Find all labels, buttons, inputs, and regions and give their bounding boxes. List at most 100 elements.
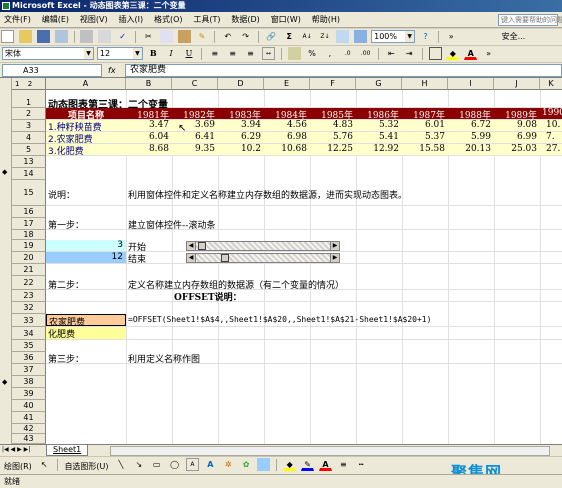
row-header[interactable]: 14 bbox=[12, 168, 46, 180]
help-icon[interactable]: ? bbox=[419, 30, 432, 43]
font-color-icon-2[interactable]: A bbox=[318, 458, 332, 471]
start-value-cell[interactable]: 3 bbox=[46, 240, 126, 251]
row-header[interactable]: 36 bbox=[12, 352, 46, 364]
picture-icon[interactable] bbox=[257, 458, 271, 471]
row-header[interactable]: 38 bbox=[12, 376, 46, 388]
horizontal-scrollbar[interactable] bbox=[110, 446, 550, 456]
toolbar-options-icon[interactable]: » bbox=[445, 30, 458, 43]
permission-icon[interactable] bbox=[54, 30, 68, 43]
row-header[interactable]: 34 bbox=[12, 327, 46, 340]
security-button[interactable]: 安全... bbox=[502, 31, 526, 42]
line-style-icon[interactable]: ≡ bbox=[337, 458, 350, 471]
header-cell-year[interactable]: 1982年 bbox=[172, 108, 218, 121]
column-header-c[interactable]: C bbox=[172, 78, 218, 90]
start-label[interactable]: 开始 bbox=[128, 240, 146, 253]
row-header[interactable]: 17 bbox=[12, 218, 46, 230]
open-icon[interactable] bbox=[18, 30, 32, 43]
font-color-icon[interactable]: A bbox=[464, 47, 478, 60]
value-cell[interactable]: 10.2 bbox=[218, 144, 264, 155]
value-cell[interactable]: 25.03 bbox=[494, 144, 540, 155]
header-cell-year[interactable]: 1983年 bbox=[218, 108, 264, 121]
end-scrollbar[interactable]: ◀ ▶ bbox=[186, 253, 340, 263]
menu-data[interactable]: 数据(D) bbox=[227, 12, 263, 27]
currency-icon[interactable] bbox=[287, 47, 301, 60]
value-cell[interactable]: 5.37 bbox=[402, 132, 448, 143]
sort-desc-icon[interactable]: Z↓ bbox=[319, 30, 332, 43]
row-header[interactable]: 35 bbox=[12, 340, 46, 352]
draw-menu-button[interactable]: 绘图(R) bbox=[4, 461, 32, 472]
scroll-left-icon[interactable]: ◀ bbox=[186, 253, 196, 263]
oval-icon[interactable]: ◯ bbox=[168, 458, 181, 471]
autoshapes-menu-button[interactable]: 自选图形(U) bbox=[64, 461, 108, 472]
select-objects-icon[interactable]: ↖ bbox=[38, 458, 51, 471]
value-cell[interactable]: 5.76 bbox=[310, 132, 356, 143]
step-label[interactable]: 说明： bbox=[48, 188, 75, 213]
rectangle-icon[interactable]: ▭ bbox=[150, 458, 163, 471]
merge-center-icon[interactable]: ↔ bbox=[261, 47, 275, 60]
value-cell[interactable]: 10.68 bbox=[264, 144, 310, 155]
header-cell-year[interactable]: 1981年 bbox=[126, 108, 172, 121]
dash-style-icon[interactable]: ┅ bbox=[355, 458, 368, 471]
scroll-right-icon[interactable]: ▶ bbox=[330, 241, 340, 251]
value-cell[interactable]: 9.08 bbox=[494, 120, 540, 131]
end-label[interactable]: 结束 bbox=[128, 252, 146, 265]
font-size-select[interactable]: 12 ▼ bbox=[96, 47, 143, 60]
drawing-icon[interactable] bbox=[354, 30, 368, 43]
value-cell[interactable]: 3.94 bbox=[218, 120, 264, 131]
value-cell[interactable]: 7. bbox=[546, 132, 562, 143]
spelling-icon[interactable]: ✓ bbox=[116, 30, 129, 43]
value-cell[interactable]: 9.35 bbox=[172, 144, 218, 155]
hyperlink-icon[interactable]: 🔗 bbox=[265, 30, 278, 43]
bold-button[interactable]: B bbox=[147, 47, 160, 60]
row-header[interactable]: 21 bbox=[12, 264, 46, 276]
scroll-thumb[interactable] bbox=[221, 254, 229, 262]
row-header[interactable]: 41 bbox=[12, 412, 46, 424]
selected-cell-a33[interactable]: 农家肥费 bbox=[46, 314, 126, 328]
value-cell[interactable]: 4.56 bbox=[264, 120, 310, 131]
menu-edit[interactable]: 编辑(E) bbox=[38, 12, 73, 27]
undo-icon[interactable]: ↶ bbox=[221, 30, 234, 43]
column-header-i[interactable]: I bbox=[448, 78, 494, 90]
value-cell[interactable]: 20.13 bbox=[448, 144, 494, 155]
row-header[interactable]: 43 bbox=[12, 434, 46, 444]
description-text[interactable]: 利用定义名称作图 bbox=[128, 352, 200, 365]
end-value-cell[interactable]: 12 bbox=[46, 252, 126, 263]
fill-color-icon[interactable]: ◆ bbox=[446, 47, 460, 60]
header-cell-year[interactable]: 1986年 bbox=[356, 108, 402, 121]
scroll-left-icon[interactable]: ◀ bbox=[186, 241, 196, 251]
align-center-icon[interactable]: ≡ bbox=[226, 47, 239, 60]
chart-wizard-icon[interactable] bbox=[336, 30, 350, 43]
menu-insert[interactable]: 插入(I) bbox=[114, 12, 147, 27]
row-header[interactable]: 15 bbox=[12, 180, 46, 206]
chemical-fertilizer-cell[interactable]: 化肥费 bbox=[46, 327, 126, 340]
comma-icon[interactable]: , bbox=[323, 47, 336, 60]
offset-note[interactable]: OFFSET说明： bbox=[174, 290, 242, 303]
clipart-icon[interactable]: ✿ bbox=[240, 458, 253, 471]
increase-indent-icon[interactable]: ⇥ bbox=[403, 47, 416, 60]
row-header[interactable]: 20 bbox=[12, 252, 46, 264]
header-cell-year[interactable]: 1985年 bbox=[310, 108, 356, 121]
line-icon[interactable]: ╲ bbox=[114, 458, 127, 471]
row-header[interactable]: 33 bbox=[12, 314, 46, 327]
paste-icon[interactable] bbox=[177, 30, 191, 43]
scroll-right-icon[interactable]: ▶ bbox=[330, 253, 340, 263]
header-cell-year[interactable]: 1987年 bbox=[402, 108, 448, 121]
menu-help[interactable]: 帮助(H) bbox=[308, 12, 344, 27]
font-name-select[interactable]: 宋体 ▼ bbox=[2, 47, 94, 60]
column-header-g[interactable]: G bbox=[356, 78, 402, 90]
value-cell[interactable]: 6.98 bbox=[264, 132, 310, 143]
column-header-e[interactable]: E bbox=[264, 78, 310, 90]
row-header[interactable]: 19 bbox=[12, 240, 46, 252]
redo-icon[interactable]: ↷ bbox=[239, 30, 252, 43]
menu-window[interactable]: 窗口(W) bbox=[267, 12, 305, 27]
row-header[interactable]: 16 bbox=[12, 206, 46, 218]
sheet-tab[interactable]: Sheet1 bbox=[46, 445, 89, 456]
value-cell[interactable]: 12.25 bbox=[310, 144, 356, 155]
row-header[interactable]: 18 bbox=[12, 230, 46, 240]
formula-input[interactable]: 农家肥费 bbox=[125, 64, 562, 77]
value-cell[interactable]: 15.58 bbox=[402, 144, 448, 155]
value-cell[interactable]: 8.68 bbox=[126, 144, 172, 155]
decrease-indent-icon[interactable]: ⇤ bbox=[385, 47, 398, 60]
offset-formula-text[interactable]: =OFFSET(Sheet1!$A$4,,Sheet1!$A$20,,Sheet… bbox=[128, 315, 431, 327]
value-cell[interactable]: 12.92 bbox=[356, 144, 402, 155]
